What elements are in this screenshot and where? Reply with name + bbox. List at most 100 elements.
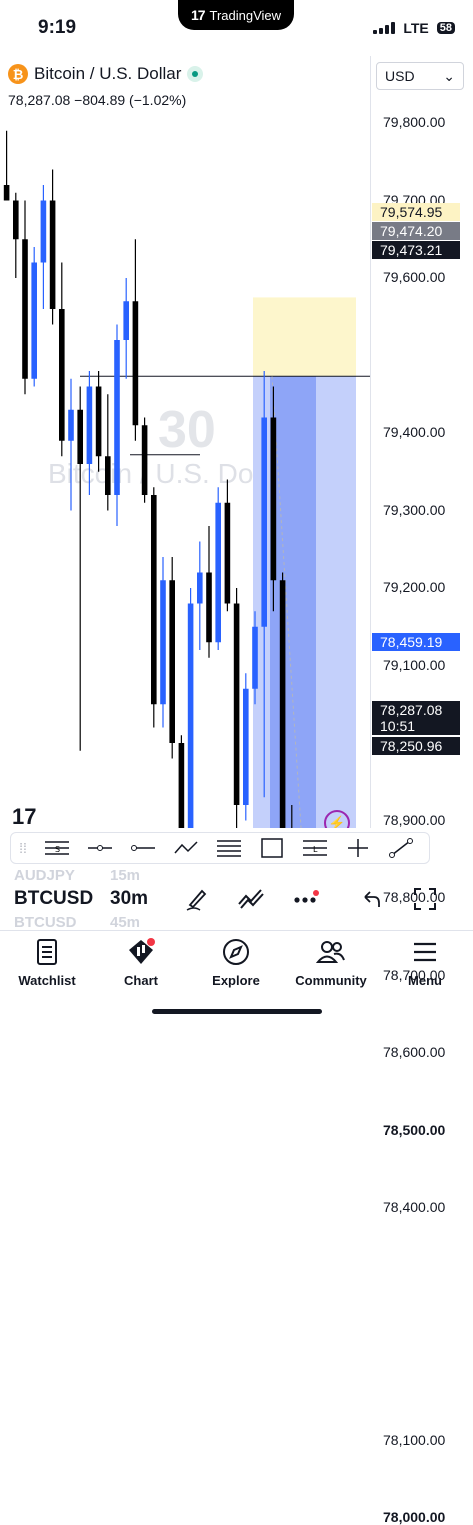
chart-pane[interactable]: 30 Bitcoin / U.S. Dollar ₿ Bitcoin / U.S… [0, 56, 370, 828]
price-tick: 78,100.00 [383, 1431, 446, 1448]
ghost-interval-above: 15m [110, 867, 141, 884]
candle-body [132, 301, 139, 426]
target-zone [253, 297, 356, 377]
candle-body [206, 572, 212, 643]
candle-body [270, 417, 277, 581]
drawing-pen-icon[interactable] [182, 884, 212, 914]
nav-label: Community [295, 973, 367, 988]
price-label: 78,250.96 [372, 737, 460, 755]
indicators-icon[interactable] [236, 884, 266, 914]
candle-body [178, 743, 185, 828]
trend-angle-icon[interactable]: S [35, 837, 78, 859]
svg-text:S: S [55, 845, 60, 854]
undo-icon[interactable] [356, 884, 386, 914]
candle-body [151, 495, 157, 705]
chevron-down-icon: ⌄ [443, 67, 455, 84]
interval-button[interactable]: 30m [110, 888, 148, 910]
tradingview-pill[interactable]: 17 TradingView [178, 0, 294, 30]
trend-line-icon[interactable] [379, 837, 422, 859]
candle-body [243, 688, 249, 805]
nav-chart[interactable]: Chart [96, 937, 186, 988]
candle-body [215, 502, 221, 643]
price-tick: 79,800.00 [383, 114, 446, 130]
long-position-icon[interactable]: L [293, 837, 336, 859]
crosshair-icon[interactable] [336, 837, 379, 859]
nav-label: Chart [124, 973, 158, 988]
currency-select[interactable]: USD ⌄ [376, 62, 464, 90]
symbol-toolbar: AUDJPY 15m BTCUSD 30m BTCUSD 45m [0, 867, 473, 931]
candle-body [141, 425, 148, 495]
status-bar: 9:19 17 TradingView LTE 58 [0, 0, 473, 56]
nav-community[interactable]: Community [286, 937, 376, 988]
price-label: 79,574.95 [372, 203, 460, 221]
price-tick: 78,900.00 [383, 811, 446, 828]
candle-body [77, 409, 83, 464]
tradingview-logo-icon[interactable]: 17 [12, 804, 36, 828]
candle-body [59, 309, 65, 441]
candle-body [261, 417, 267, 627]
nav-label: Watchlist [18, 973, 76, 988]
price-label: 10:51 [372, 717, 460, 735]
candle-body [68, 409, 74, 441]
candle-body [114, 340, 120, 495]
path-icon[interactable] [164, 837, 207, 859]
svg-text:L: L [313, 845, 318, 854]
ghost-interval-below: 45m [110, 914, 141, 931]
nav-menu[interactable]: Menu [380, 937, 470, 988]
price-label: 78,459.19 [372, 633, 460, 651]
candle-body [49, 200, 56, 309]
candle-body [40, 200, 47, 263]
signal-icon [373, 22, 396, 34]
nav-label: Explore [212, 973, 260, 988]
price-change-line: 78,287.08 −804.89 (−1.02%) [8, 92, 187, 108]
nav-explore[interactable]: Explore [191, 937, 281, 988]
price-tick: 79,400.00 [383, 424, 446, 440]
home-indicator [152, 1009, 322, 1014]
status-time: 9:19 [38, 17, 77, 38]
currency-value: USD [385, 68, 415, 84]
tv-logo-icon: 17 [190, 7, 206, 23]
symbol-button[interactable]: BTCUSD [14, 888, 93, 910]
price-tick: 79,100.00 [383, 656, 446, 673]
ghost-symbol-below: BTCUSD [14, 914, 77, 931]
candle-body [169, 580, 175, 743]
community-icon [286, 937, 376, 967]
rectangle-icon[interactable] [250, 837, 293, 859]
fullscreen-icon[interactable] [410, 884, 440, 914]
price-tick: 79,600.00 [383, 269, 446, 285]
parallel-channel-icon[interactable] [207, 837, 250, 859]
drawing-toolbar: ⁞⁞ S L [10, 832, 430, 864]
price-label: 79,474.20 [372, 222, 460, 240]
price-tick: 78,500.00 [383, 1121, 446, 1138]
candlestick-chart[interactable] [0, 56, 370, 828]
compass-icon [191, 937, 281, 967]
candle-body [31, 262, 37, 379]
candle-body [105, 456, 111, 495]
market-status-icon[interactable] [187, 66, 204, 82]
candle-body [86, 386, 93, 464]
status-icons: LTE 58 [373, 20, 455, 36]
horizontal-ray-icon[interactable] [78, 837, 121, 859]
ghost-symbol-above: AUDJPY [14, 867, 75, 884]
candle-body [197, 572, 203, 604]
candle-body [279, 580, 286, 828]
battery-icon: 58 [436, 22, 455, 34]
candle-body [95, 386, 102, 457]
candle-body [22, 239, 28, 379]
candle-body [13, 200, 19, 240]
drag-handle-icon[interactable]: ⁞⁞ [11, 840, 35, 856]
symbol-header[interactable]: ₿ Bitcoin / U.S. Dollar [8, 64, 204, 84]
nav-watchlist[interactable]: Watchlist [2, 937, 92, 988]
price-tick: 78,400.00 [383, 1199, 446, 1215]
candle-body [160, 580, 166, 705]
chart-icon [96, 937, 186, 967]
horizontal-line-icon[interactable] [121, 837, 164, 859]
price-axis[interactable]: USD ⌄ 79,800.00 79,700.00 79,600.00 79,400.… [370, 56, 473, 1525]
more-icon[interactable] [290, 884, 320, 914]
candle-body [252, 626, 258, 689]
network-label: LTE [403, 20, 429, 36]
symbol-title: Bitcoin / U.S. Dollar [34, 64, 182, 83]
candle-body [187, 603, 194, 828]
candle-body [3, 185, 10, 201]
price-tick: 79,300.00 [383, 501, 446, 518]
